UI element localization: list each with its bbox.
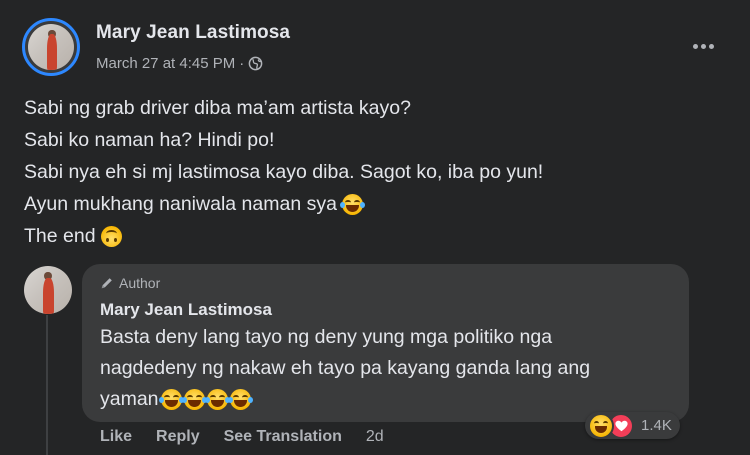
comment-line: nagdedeny ng nakaw eh tayo pa kayang gan…	[100, 357, 591, 379]
laughing-tears-emoji	[158, 389, 184, 410]
comment-line: yaman	[100, 384, 680, 415]
avatar-photo	[28, 24, 74, 70]
post-line: Ayun mukhang naniwala naman sya	[24, 188, 724, 220]
comment-actions: Like Reply See Translation 2d	[100, 428, 384, 446]
comment-author-avatar[interactable]	[24, 266, 72, 314]
upside-down-face-emoji	[100, 225, 122, 247]
meta-separator: ·	[239, 55, 245, 72]
laughing-tears-emoji	[181, 389, 207, 410]
post-timestamp[interactable]: March 27 at 4:45 PM	[96, 55, 235, 72]
post-body: Sabi ng grab driver diba ma’am artista k…	[24, 92, 724, 252]
more-options-button[interactable]	[686, 32, 720, 60]
laughing-tears-emoji	[204, 389, 230, 410]
more-dots-icon	[692, 43, 698, 49]
pen-icon	[101, 278, 112, 289]
heart-icon	[614, 420, 628, 431]
reaction-count: 1.4K	[641, 417, 672, 434]
comment-text: Basta deny lang tayo ng deny yung mga po…	[100, 322, 680, 415]
comment-timestamp[interactable]: 2d	[366, 428, 384, 446]
facebook-post: Mary Jean Lastimosa March 27 at 4:45 PM …	[0, 0, 750, 455]
reply-button[interactable]: Reply	[156, 428, 200, 446]
haha-reaction-icon	[588, 412, 614, 439]
laughing-tears-emoji	[227, 389, 253, 410]
post-meta: March 27 at 4:45 PM ·	[96, 55, 263, 72]
comment-line: Basta deny lang tayo ng deny yung mga po…	[100, 326, 553, 348]
reply-thread-line	[46, 315, 48, 455]
post-line: The end	[24, 220, 724, 252]
laughing-tears-emoji	[339, 193, 365, 215]
post-author-name[interactable]: Mary Jean Lastimosa	[96, 22, 290, 44]
author-badge-label: Author	[119, 275, 161, 291]
post-line: Sabi ng grab driver diba ma’am artista k…	[24, 97, 411, 119]
post-line: Sabi nya eh si mj lastimosa kayo diba. S…	[24, 161, 544, 183]
like-button[interactable]: Like	[100, 428, 132, 446]
reaction-summary[interactable]: 1.4K	[585, 412, 680, 439]
author-badge: Author	[100, 275, 160, 291]
globe-icon[interactable]	[248, 56, 263, 71]
post-line: Sabi ko naman ha? Hindi po!	[24, 129, 275, 151]
see-translation-button[interactable]: See Translation	[224, 428, 342, 446]
comment-author-name[interactable]: Mary Jean Lastimosa	[100, 300, 272, 320]
comment-bubble: Author Mary Jean Lastimosa Basta deny la…	[82, 264, 689, 422]
author-avatar[interactable]	[22, 18, 80, 76]
